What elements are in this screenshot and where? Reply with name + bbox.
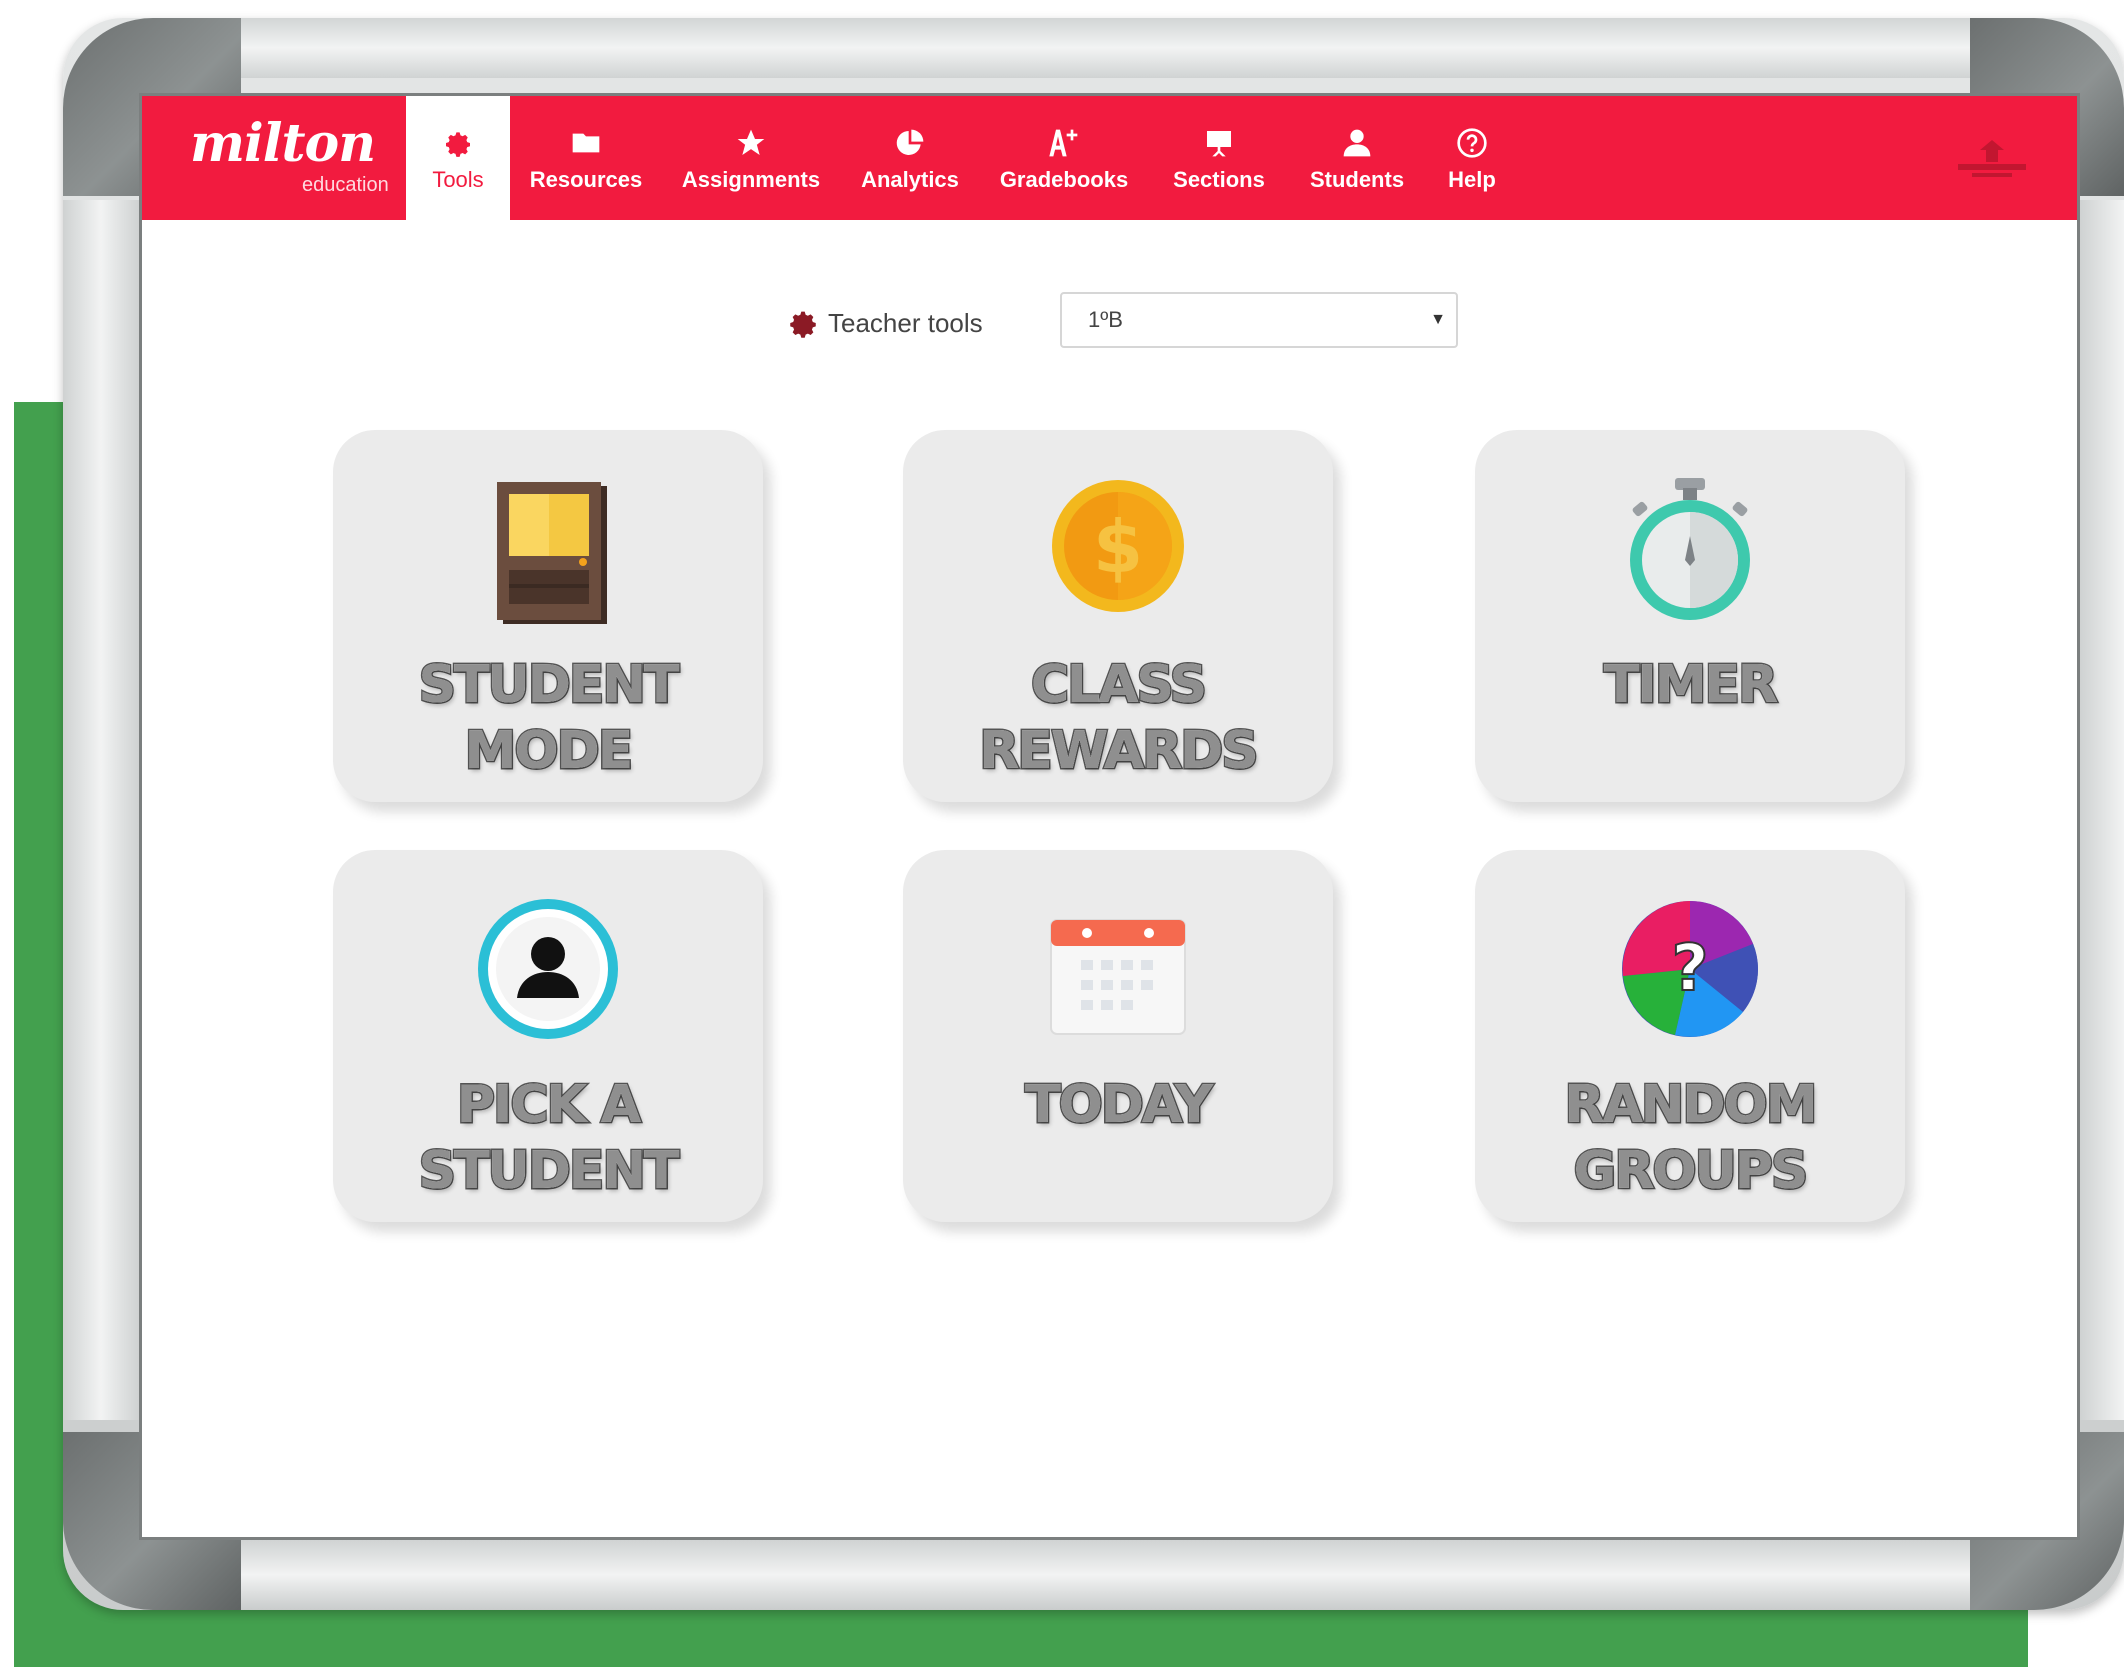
- user-icon: [1341, 123, 1373, 163]
- nav-item-tools[interactable]: Tools: [406, 96, 510, 220]
- pie-chart-icon: [894, 123, 926, 163]
- tool-card-label-line2: REWARDS: [978, 720, 1260, 783]
- star-icon: [735, 123, 767, 163]
- tool-card-random-groups[interactable]: ? RANDOM GROUPS: [1475, 850, 1905, 1222]
- nav-label: Assignments: [681, 167, 821, 192]
- tool-card-class-rewards[interactable]: $ CLASS REWARDS: [903, 430, 1333, 802]
- nav-item-assignments[interactable]: Assignments: [676, 96, 826, 220]
- teacher-tools-text: Teacher tools: [828, 307, 983, 338]
- nav-item-sections[interactable]: Sections: [1164, 96, 1274, 220]
- random-wheel-icon: ?: [1475, 894, 1905, 1044]
- calendar-icon: [903, 894, 1333, 1044]
- nav-item-analytics[interactable]: Analytics: [854, 96, 966, 220]
- tool-card-label: RANDOM GROUPS: [1475, 1072, 1905, 1204]
- door-icon: [333, 474, 763, 624]
- tool-card-label: TODAY: [903, 1072, 1333, 1138]
- svg-text:$: $: [1093, 505, 1143, 589]
- tool-card-student-mode[interactable]: STUDENT MODE: [333, 430, 763, 802]
- app-screen: milton education Tools Resources Assignm…: [139, 93, 2080, 1540]
- nav-label: Analytics: [861, 167, 959, 192]
- nav-label: Sections: [1173, 167, 1265, 192]
- tool-card-label-line1: TODAY: [1024, 1074, 1215, 1137]
- coin-icon: $: [903, 474, 1333, 624]
- tool-card-today[interactable]: TODAY: [903, 850, 1333, 1222]
- tool-card-label: PICK A STUDENT: [333, 1072, 763, 1204]
- tool-card-label: TIMER: [1475, 652, 1905, 718]
- whiteboard-rail-left: [63, 200, 139, 1420]
- nav-label: Resources: [529, 167, 643, 192]
- whiteboard-rail-bottom: [240, 1540, 1973, 1610]
- gear-icon: [442, 123, 474, 163]
- tool-card-label-line2: MODE: [463, 720, 635, 783]
- school-crest-icon: [1952, 136, 2032, 180]
- nav-item-gradebooks[interactable]: Gradebooks: [994, 96, 1134, 220]
- presentation-board-icon: [1203, 123, 1235, 163]
- nav-item-help[interactable]: Help: [1432, 96, 1512, 220]
- tool-card-label: STUDENT MODE: [333, 652, 763, 784]
- brand-logo[interactable]: milton education: [190, 113, 389, 197]
- tool-card-label-line1: CLASS: [1029, 654, 1208, 717]
- chevron-down-icon: ▼: [1430, 311, 1446, 328]
- class-select[interactable]: 1ºB ▼: [1060, 292, 1458, 348]
- whiteboard-rail-right: [2080, 200, 2124, 1420]
- nav-item-students[interactable]: Students: [1302, 96, 1412, 220]
- help-icon: [1456, 123, 1488, 163]
- brand-name: milton: [190, 113, 376, 174]
- student-avatar-icon: [333, 894, 763, 1044]
- gear-icon: [790, 311, 816, 338]
- nav-item-resources[interactable]: Resources: [522, 96, 650, 220]
- nav-label: Students: [1309, 167, 1405, 192]
- top-navbar: milton education Tools Resources Assignm…: [142, 96, 2077, 220]
- tool-card-label-line1: RANDOM: [1563, 1074, 1819, 1137]
- tool-card-label-line2: GROUPS: [1572, 1140, 1810, 1203]
- stopwatch-icon: [1475, 474, 1905, 624]
- brand-tagline: education: [302, 174, 389, 196]
- svg-text:?: ?: [1671, 932, 1708, 1006]
- tool-card-label-line2: STUDENT: [417, 1140, 681, 1203]
- tool-card-label-line1: STUDENT: [417, 654, 681, 717]
- nav-label: Help: [1448, 167, 1496, 192]
- tool-card-label-line1: TIMER: [1602, 654, 1779, 717]
- whiteboard-rail-top: [240, 18, 1973, 78]
- grade-icon: [1048, 123, 1080, 163]
- tool-card-pick-a-student[interactable]: PICK A STUDENT: [333, 850, 763, 1222]
- class-select-value: 1ºB: [1088, 307, 1123, 332]
- teacher-tools-label: Teacher tools: [786, 306, 983, 340]
- nav-label: Gradebooks: [999, 167, 1129, 192]
- tool-card-timer[interactable]: TIMER: [1475, 430, 1905, 802]
- tool-card-label: CLASS REWARDS: [903, 652, 1333, 784]
- folder-icon: [570, 123, 602, 163]
- tool-card-label-line1: PICK A: [455, 1074, 642, 1137]
- nav-label: Tools: [432, 167, 484, 192]
